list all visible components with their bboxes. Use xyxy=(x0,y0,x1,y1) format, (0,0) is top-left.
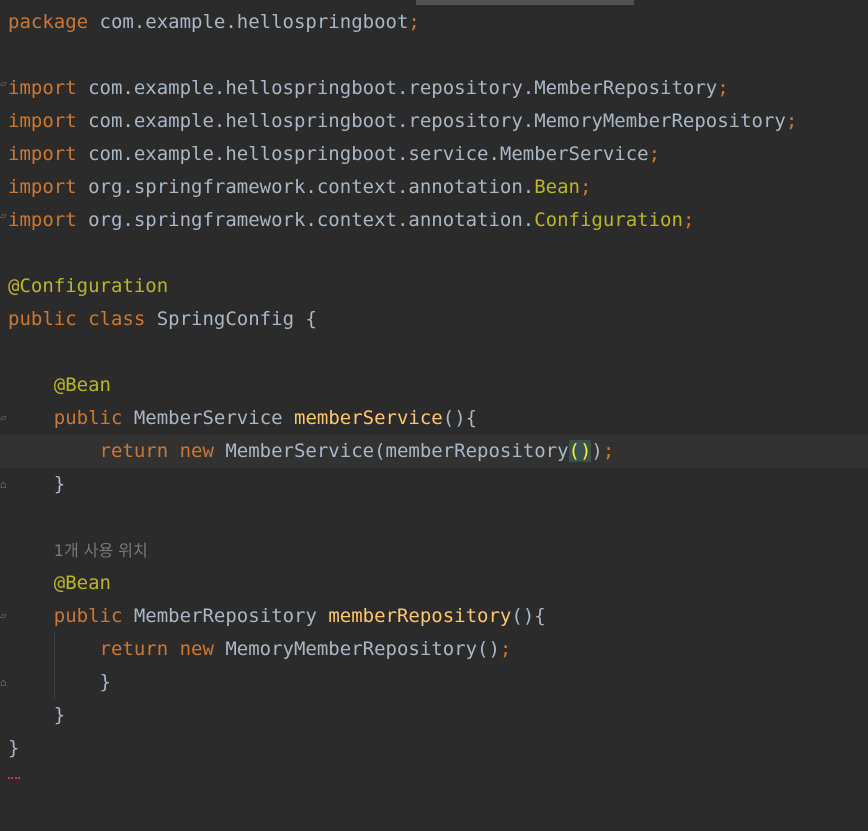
code-line-annotation: @Configuration xyxy=(8,275,169,297)
code-line-close-brace: ⌂ } xyxy=(0,671,111,693)
usage-inlay-hint[interactable]: 1개 사용 위치 xyxy=(0,534,868,567)
code-line-class-close: } xyxy=(8,737,20,759)
code-line-return: return new MemoryMemberRepository(); xyxy=(99,638,512,660)
code-line-import: ▱ import org.springframework.context.ann… xyxy=(0,209,695,231)
code-line-import: import com.example.hellospringboot.servi… xyxy=(8,143,661,165)
code-line-current[interactable]: return new MemberService(memberRepositor… xyxy=(0,435,868,468)
code-line-class-decl: public class SpringConfig { xyxy=(8,308,317,330)
code-line-close-brace: } xyxy=(53,704,66,726)
horizontal-scrollbar-thumb[interactable] xyxy=(416,0,634,5)
code-line-close-brace: ⌂ } xyxy=(0,473,66,495)
code-line-method-decl: ▱ public MemberService memberService(){ xyxy=(0,407,478,429)
code-line-package: package com.example.hellospringboot; xyxy=(8,11,420,33)
code-line-method-decl: ▱ public MemberRepository memberReposito… xyxy=(0,605,546,627)
code-editor[interactable]: package com.example.hellospringboot; ▱ i… xyxy=(0,6,868,779)
warning-squiggle xyxy=(8,774,20,779)
code-line-import: import org.springframework.context.annot… xyxy=(8,176,592,198)
code-line-annotation: @Bean xyxy=(53,572,111,594)
matched-parens: () xyxy=(568,440,592,462)
code-line-annotation: @Bean xyxy=(53,374,111,396)
code-line-import: ▱ import com.example.hellospringboot.rep… xyxy=(0,77,729,99)
code-line-import: import com.example.hellospringboot.repos… xyxy=(8,110,798,132)
